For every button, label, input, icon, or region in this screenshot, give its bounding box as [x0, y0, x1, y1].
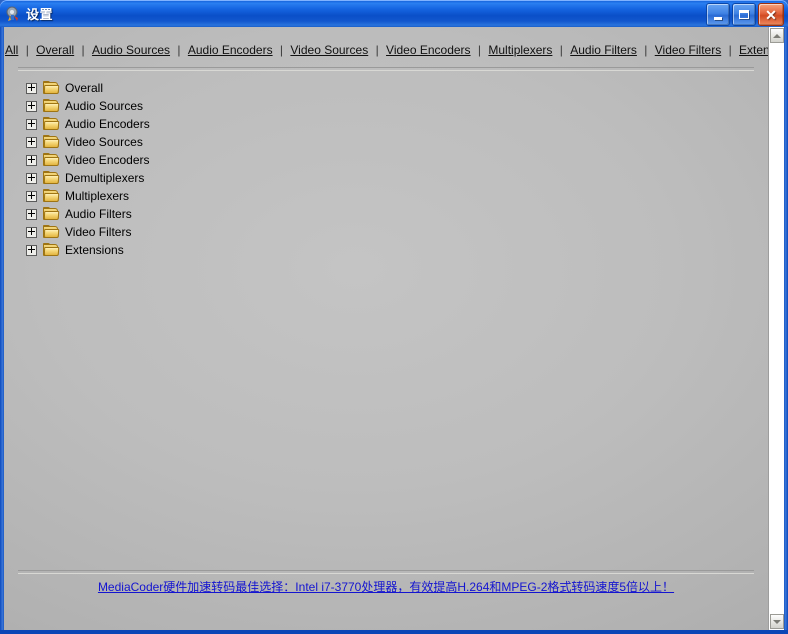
link-multiplexers[interactable]: Multiplexers — [487, 43, 553, 57]
link-separator: | — [81, 43, 85, 57]
folder-icon — [43, 153, 60, 167]
link-audio-sources[interactable]: Audio Sources — [91, 43, 171, 57]
window-frame-left — [0, 27, 4, 634]
close-button[interactable]: ✕ — [758, 3, 784, 26]
expand-plus-icon[interactable] — [26, 244, 37, 256]
folder-icon — [43, 81, 60, 95]
client-area: All | Overall | Audio Sources | Audio En… — [4, 27, 784, 630]
expand-plus-icon[interactable] — [26, 172, 37, 184]
scrollbar-track[interactable] — [770, 44, 784, 613]
tree-row[interactable]: Audio Encoders — [26, 115, 426, 133]
expand-plus-icon[interactable] — [26, 226, 37, 238]
promo-banner: MediaCoder硬件加速转码最佳选择：Intel i7-3770处理器，有效… — [4, 578, 768, 595]
link-all[interactable]: All — [4, 43, 19, 57]
tree-row[interactable]: Video Filters — [26, 223, 426, 241]
promo-link[interactable]: MediaCoder硬件加速转码最佳选择：Intel i7-3770处理器，有效… — [98, 580, 674, 594]
folder-icon — [43, 207, 60, 221]
link-audio-encoders[interactable]: Audio Encoders — [187, 43, 274, 57]
link-separator: | — [477, 43, 482, 57]
link-separator: | — [644, 43, 648, 57]
link-separator: | — [375, 43, 379, 57]
expand-plus-icon[interactable] — [26, 190, 37, 202]
title-bar[interactable]: 设置 ✕ — [0, 0, 788, 27]
minimize-icon — [714, 16, 722, 20]
tree-item-label: Video Sources — [65, 135, 143, 149]
tree-item-label: Audio Encoders — [65, 117, 150, 131]
settings-tree: Overall Audio Sources Audio Encoders Vid… — [26, 79, 426, 259]
expand-plus-icon[interactable] — [26, 154, 37, 166]
expand-plus-icon[interactable] — [26, 100, 37, 112]
link-audio-filters[interactable]: Audio Filters — [569, 43, 638, 57]
top-divider — [18, 67, 754, 71]
caption-buttons: ✕ — [706, 3, 784, 26]
link-separator: | — [25, 43, 29, 57]
window-title: 设置 — [26, 7, 54, 22]
scroll-up-button[interactable] — [770, 28, 784, 43]
vertical-scrollbar[interactable] — [768, 27, 784, 630]
settings-page: All | Overall | Audio Sources | Audio En… — [4, 27, 768, 630]
scroll-down-arrow-icon — [773, 619, 781, 624]
link-video-filters[interactable]: Video Filters — [654, 43, 722, 57]
tree-row[interactable]: Overall — [26, 79, 426, 97]
expand-plus-icon[interactable] — [26, 82, 37, 94]
tree-item-label: Audio Filters — [65, 207, 132, 221]
tree-item-label: Extensions — [65, 243, 124, 257]
tree-item-label: Video Encoders — [65, 153, 150, 167]
minimize-button[interactable] — [706, 3, 730, 26]
tree-row[interactable]: Video Encoders — [26, 151, 426, 169]
category-link-bar: All | Overall | Audio Sources | Audio En… — [4, 43, 768, 57]
tree-row[interactable]: Extensions — [26, 241, 426, 259]
folder-icon — [43, 117, 60, 131]
link-extensions[interactable]: Extensions — [738, 43, 768, 57]
tree-row[interactable]: Demultiplexers — [26, 169, 426, 187]
folder-icon — [43, 189, 60, 203]
scroll-up-arrow-icon — [773, 33, 781, 38]
window-frame-bottom — [0, 630, 788, 634]
maximize-icon — [739, 10, 749, 19]
tree-item-label: Audio Sources — [65, 99, 144, 113]
folder-icon — [43, 135, 60, 149]
expand-plus-icon[interactable] — [26, 208, 37, 220]
tree-item-label: Multiplexers — [65, 189, 130, 203]
folder-icon — [43, 99, 60, 113]
link-video-sources[interactable]: Video Sources — [289, 43, 369, 57]
tree-row[interactable]: Video Sources — [26, 133, 426, 151]
tree-item-label: Video Filters — [65, 225, 132, 239]
link-separator: | — [559, 43, 563, 57]
tree-row[interactable]: Audio Sources — [26, 97, 426, 115]
tree-row[interactable]: Multiplexers — [26, 187, 426, 205]
folder-icon — [43, 243, 60, 257]
close-icon: ✕ — [765, 6, 777, 23]
folder-icon — [43, 171, 60, 185]
mediacoder-app-icon — [5, 6, 21, 22]
bottom-divider — [18, 570, 754, 574]
maximize-button[interactable] — [732, 3, 756, 26]
expand-plus-icon[interactable] — [26, 118, 37, 130]
link-separator: | — [177, 43, 181, 57]
tree-item-label: Demultiplexers — [65, 171, 145, 185]
expand-plus-icon[interactable] — [26, 136, 37, 148]
link-video-encoders[interactable]: Video Encoders — [385, 43, 472, 57]
link-overall[interactable]: Overall — [35, 43, 75, 57]
link-separator: | — [728, 43, 732, 57]
folder-icon — [43, 225, 60, 239]
link-separator: | — [279, 43, 284, 57]
scroll-down-button[interactable] — [770, 614, 784, 629]
window-frame-right — [784, 27, 788, 634]
tree-row[interactable]: Audio Filters — [26, 205, 426, 223]
tree-item-label: Overall — [65, 81, 104, 95]
settings-window: 设置 ✕ All | Overall | Audio Sources | Aud… — [0, 0, 788, 634]
